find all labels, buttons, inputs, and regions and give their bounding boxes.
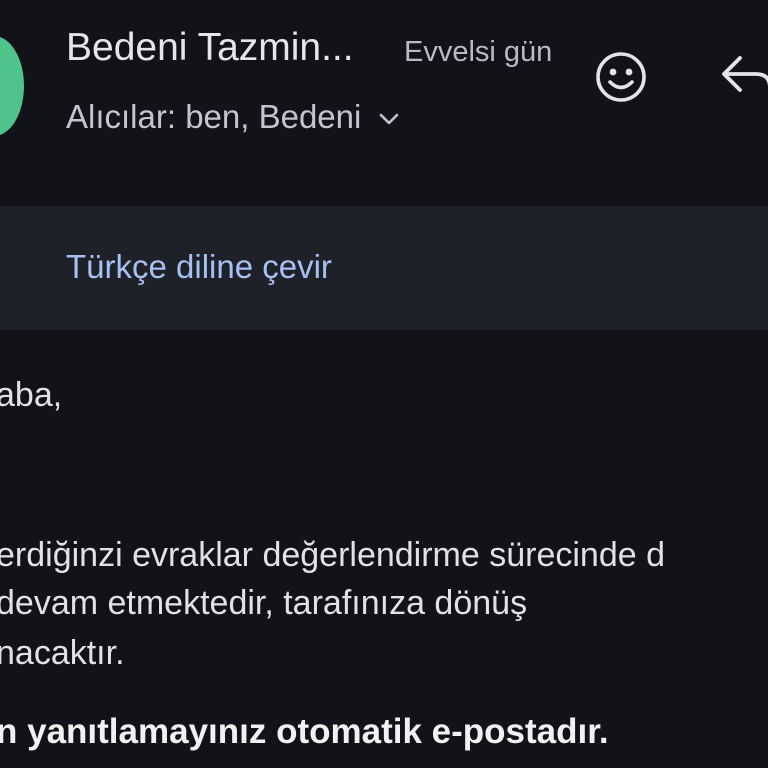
message-line-1: erdiğinzi evraklar değerlendirme sürecin…	[0, 536, 666, 574]
sender-avatar[interactable]	[0, 36, 24, 136]
reply-icon	[722, 56, 768, 92]
chevron-down-icon	[375, 103, 403, 131]
email-view: Bedeni Tazmin... Evvelsi gün Alıcılar: b…	[0, 0, 768, 768]
translate-link[interactable]: Türkçe diline çevir	[66, 248, 332, 286]
message-greeting: aba,	[0, 376, 63, 414]
email-date: Evvelsi gün	[404, 36, 553, 68]
reply-button[interactable]	[718, 50, 768, 102]
add-reaction-button[interactable]	[592, 48, 650, 106]
emoji-reaction-icon	[596, 52, 646, 102]
recipients-toggle[interactable]: Alıcılar: ben, Bedeni	[66, 98, 403, 136]
sender-name[interactable]: Bedeni Tazmin...	[66, 26, 354, 70]
message-bold-notice: n yanıtlamayınız otomatik e-postadır.	[0, 712, 609, 751]
recipients-label: Alıcılar: ben, Bedeni	[66, 98, 362, 135]
message-line-3: nacaktır.	[0, 634, 125, 672]
message-line-2: devam etmektedir, tarafınıza dönüş	[0, 584, 528, 622]
